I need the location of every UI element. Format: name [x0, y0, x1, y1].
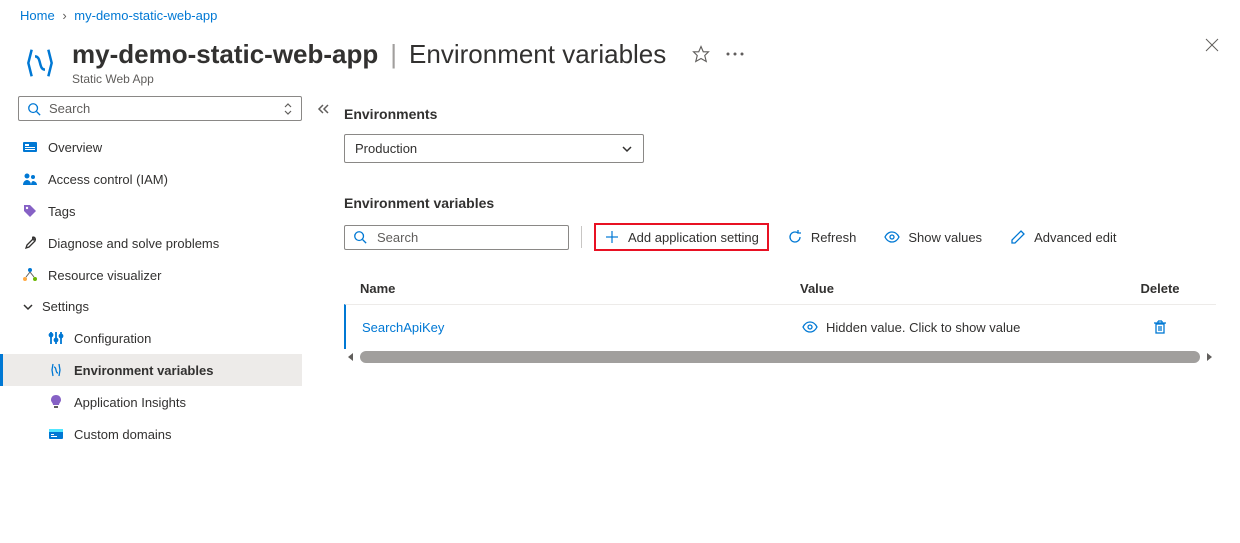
environments-label: Environments: [344, 106, 1216, 122]
refresh-icon: [787, 229, 803, 245]
visualizer-icon: [22, 267, 38, 283]
sidebar-item-tags[interactable]: Tags: [18, 195, 302, 227]
column-header-name[interactable]: Name: [360, 281, 800, 296]
resource-type-label: Static Web App: [72, 72, 1204, 86]
eye-icon: [802, 319, 818, 335]
refresh-button[interactable]: Refresh: [777, 224, 867, 250]
close-blade-icon[interactable]: [1204, 37, 1220, 53]
sidebar-item-label: Diagnose and solve problems: [48, 236, 219, 251]
table-header: Name Value Delete: [344, 273, 1216, 304]
sidebar-item-custom-domains[interactable]: Custom domains: [18, 418, 302, 450]
setting-value[interactable]: Hidden value. Click to show value: [802, 319, 1120, 335]
add-application-setting-button[interactable]: Add application setting: [594, 223, 769, 251]
sidebar-item-configuration[interactable]: Configuration: [18, 322, 302, 354]
plus-icon: [604, 229, 620, 245]
hidden-value-text: Hidden value. Click to show value: [826, 320, 1020, 335]
page-title: my-demo-static-web-app: [72, 39, 378, 70]
show-values-button[interactable]: Show values: [874, 224, 992, 250]
env-vars-label: Environment variables: [344, 195, 1216, 211]
sliders-icon: [48, 330, 64, 346]
sidebar-item-label: Custom domains: [74, 427, 172, 442]
button-label: Show values: [908, 230, 982, 245]
chevron-down-icon: [621, 143, 633, 155]
button-label: Add application setting: [628, 230, 759, 245]
button-label: Advanced edit: [1034, 230, 1116, 245]
wrench-icon: [22, 235, 38, 251]
sidebar-item-label: Tags: [48, 204, 75, 219]
page-header: my-demo-static-web-app | Environment var…: [0, 31, 1240, 96]
domain-icon: [48, 426, 64, 442]
sidebar-item-application-insights[interactable]: Application Insights: [18, 386, 302, 418]
chevron-down-icon: [22, 301, 34, 313]
sidebar: Overview Access control (IAM) Tags Diagn…: [0, 96, 320, 543]
sidebar-item-overview[interactable]: Overview: [18, 131, 302, 163]
sidebar-item-label: Access control (IAM): [48, 172, 168, 187]
sidebar-item-label: Environment variables: [74, 363, 213, 378]
sidebar-search-input[interactable]: [49, 101, 283, 116]
braces-icon: [48, 362, 64, 378]
sidebar-item-environment-variables[interactable]: Environment variables: [0, 354, 302, 386]
lightbulb-icon: [48, 394, 64, 410]
sidebar-item-resource-visualizer[interactable]: Resource visualizer: [18, 259, 302, 291]
scrollbar-track[interactable]: [360, 351, 1200, 363]
eye-icon: [884, 229, 900, 245]
sidebar-group-settings[interactable]: Settings: [18, 291, 302, 322]
sidebar-item-label: Configuration: [74, 331, 151, 346]
tag-icon: [22, 203, 38, 219]
sidebar-item-label: Overview: [48, 140, 102, 155]
toolbar-divider: [581, 226, 582, 248]
search-icon: [353, 230, 367, 244]
environment-selected-value: Production: [355, 141, 417, 156]
horizontal-scrollbar[interactable]: [344, 351, 1216, 363]
pencil-icon: [1010, 229, 1026, 245]
setting-name[interactable]: SearchApiKey: [362, 320, 802, 335]
table-row[interactable]: SearchApiKey Hidden value. Click to show…: [344, 304, 1216, 349]
sidebar-search[interactable]: [18, 96, 302, 121]
main-content: Environments Production Environment vari…: [320, 96, 1240, 543]
more-menu-icon[interactable]: [726, 52, 744, 56]
advanced-edit-button[interactable]: Advanced edit: [1000, 224, 1126, 250]
toolbar-search[interactable]: [344, 225, 569, 250]
scroll-right-icon[interactable]: [1204, 352, 1214, 362]
people-icon: [22, 171, 38, 187]
breadcrumb: Home › my-demo-static-web-app: [0, 0, 1240, 31]
favorite-star-icon[interactable]: [692, 45, 710, 63]
breadcrumb-resource[interactable]: my-demo-static-web-app: [74, 8, 217, 23]
overview-icon: [22, 139, 38, 155]
button-label: Refresh: [811, 230, 857, 245]
sidebar-item-diagnose[interactable]: Diagnose and solve problems: [18, 227, 302, 259]
breadcrumb-home[interactable]: Home: [20, 8, 55, 23]
delete-icon[interactable]: [1152, 319, 1168, 335]
column-header-value[interactable]: Value: [800, 281, 1120, 296]
title-divider: |: [390, 39, 397, 70]
search-icon: [27, 102, 41, 116]
page-section-title: Environment variables: [409, 39, 666, 70]
resource-type-icon: [20, 43, 60, 83]
sidebar-group-label: Settings: [42, 299, 89, 314]
sidebar-item-access-control[interactable]: Access control (IAM): [18, 163, 302, 195]
sidebar-item-label: Application Insights: [74, 395, 186, 410]
toolbar-search-input[interactable]: [377, 230, 560, 245]
sort-icon[interactable]: [283, 102, 293, 116]
column-header-delete[interactable]: Delete: [1120, 281, 1200, 296]
toolbar: Add application setting Refresh Show val…: [344, 223, 1216, 251]
breadcrumb-separator: ›: [62, 8, 66, 23]
scroll-left-icon[interactable]: [346, 352, 356, 362]
environment-select[interactable]: Production: [344, 134, 644, 163]
sidebar-item-label: Resource visualizer: [48, 268, 161, 283]
